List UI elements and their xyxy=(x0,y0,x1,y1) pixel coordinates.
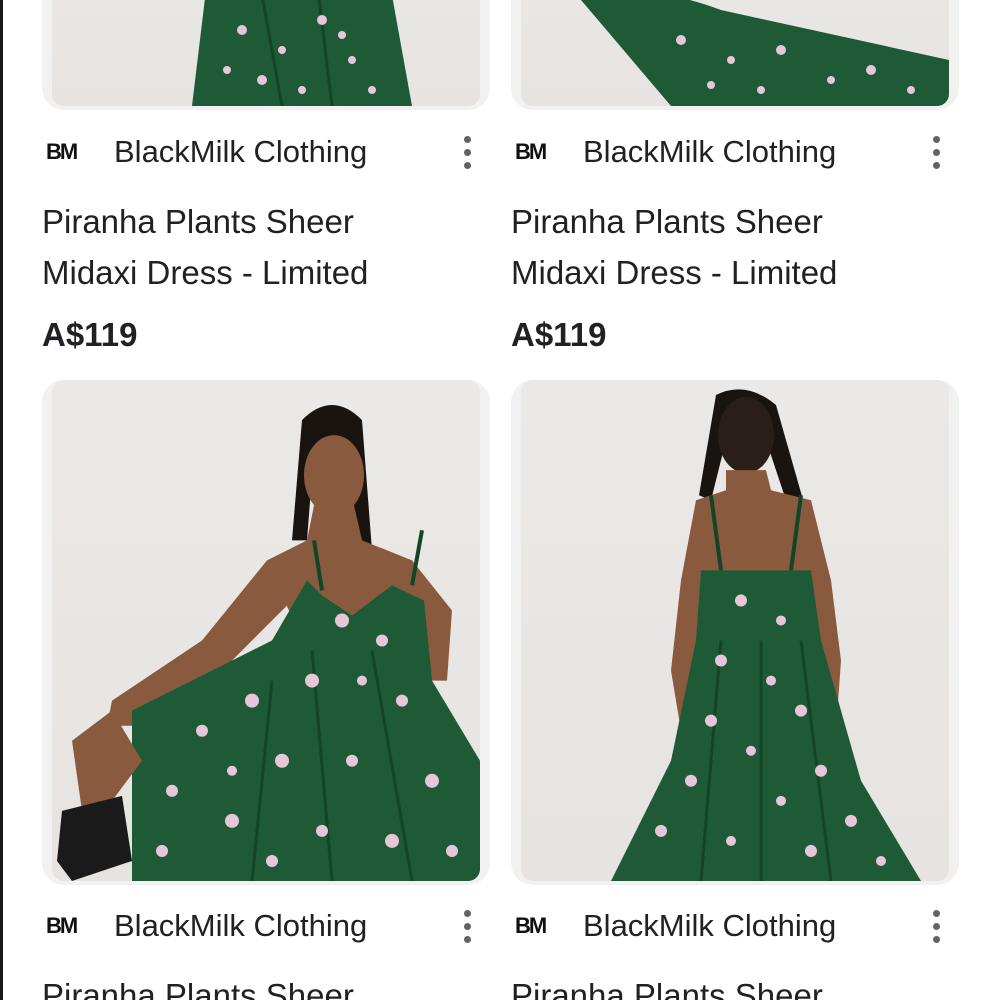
merchant-row: BM BlackMilk Clothing xyxy=(511,132,951,172)
product-title[interactable]: Piranha Plants Sheer Midaxi Dress - Limi… xyxy=(511,196,951,298)
product-card[interactable]: BM BlackMilk Clothing Piranha Plants She… xyxy=(42,0,492,360)
product-title[interactable]: Piranha Plants Sheer xyxy=(511,970,951,1000)
more-vert-icon[interactable] xyxy=(921,132,951,172)
merchant-logo: BM xyxy=(46,913,78,938)
product-image[interactable] xyxy=(42,0,490,110)
product-card[interactable]: BM BlackMilk Clothing Piranha Plants She… xyxy=(511,0,961,360)
merchant-name[interactable]: BlackMilk Clothing xyxy=(559,134,921,170)
product-card[interactable]: BM BlackMilk Clothing Piranha Plants She… xyxy=(511,380,961,1000)
product-price: A$119 xyxy=(511,316,607,353)
product-title-line: Piranha Plants Sheer xyxy=(42,203,354,240)
merchant-row: BM BlackMilk Clothing xyxy=(42,132,482,172)
merchant-logo: BM xyxy=(46,139,78,164)
merchant-logo: BM xyxy=(515,913,547,938)
more-vert-icon[interactable] xyxy=(921,906,951,946)
product-title-line: Piranha Plants Sheer xyxy=(511,977,823,1000)
merchant-logo: BM xyxy=(515,139,547,164)
product-title[interactable]: Piranha Plants Sheer xyxy=(42,970,482,1000)
product-title-line: Piranha Plants Sheer xyxy=(42,977,354,1000)
left-edge-divider xyxy=(0,0,3,1000)
more-vert-icon[interactable] xyxy=(452,132,482,172)
product-title-line: Midaxi Dress - Limited xyxy=(42,254,369,291)
product-title[interactable]: Piranha Plants Sheer Midaxi Dress - Limi… xyxy=(42,196,482,298)
product-image[interactable] xyxy=(42,380,490,885)
merchant-name[interactable]: BlackMilk Clothing xyxy=(90,908,452,944)
shopping-results-grid: BM BlackMilk Clothing Piranha Plants She… xyxy=(0,0,1000,1000)
product-title-line: Midaxi Dress - Limited xyxy=(511,254,838,291)
product-card[interactable]: BM BlackMilk Clothing Piranha Plants She… xyxy=(42,380,492,1000)
product-price: A$119 xyxy=(42,316,138,353)
merchant-name[interactable]: BlackMilk Clothing xyxy=(559,908,921,944)
product-image[interactable] xyxy=(511,0,959,110)
product-title-line: Piranha Plants Sheer xyxy=(511,203,823,240)
merchant-row: BM BlackMilk Clothing xyxy=(42,906,482,946)
merchant-name[interactable]: BlackMilk Clothing xyxy=(90,134,452,170)
merchant-row: BM BlackMilk Clothing xyxy=(511,906,951,946)
product-image[interactable] xyxy=(511,380,959,885)
more-vert-icon[interactable] xyxy=(452,906,482,946)
